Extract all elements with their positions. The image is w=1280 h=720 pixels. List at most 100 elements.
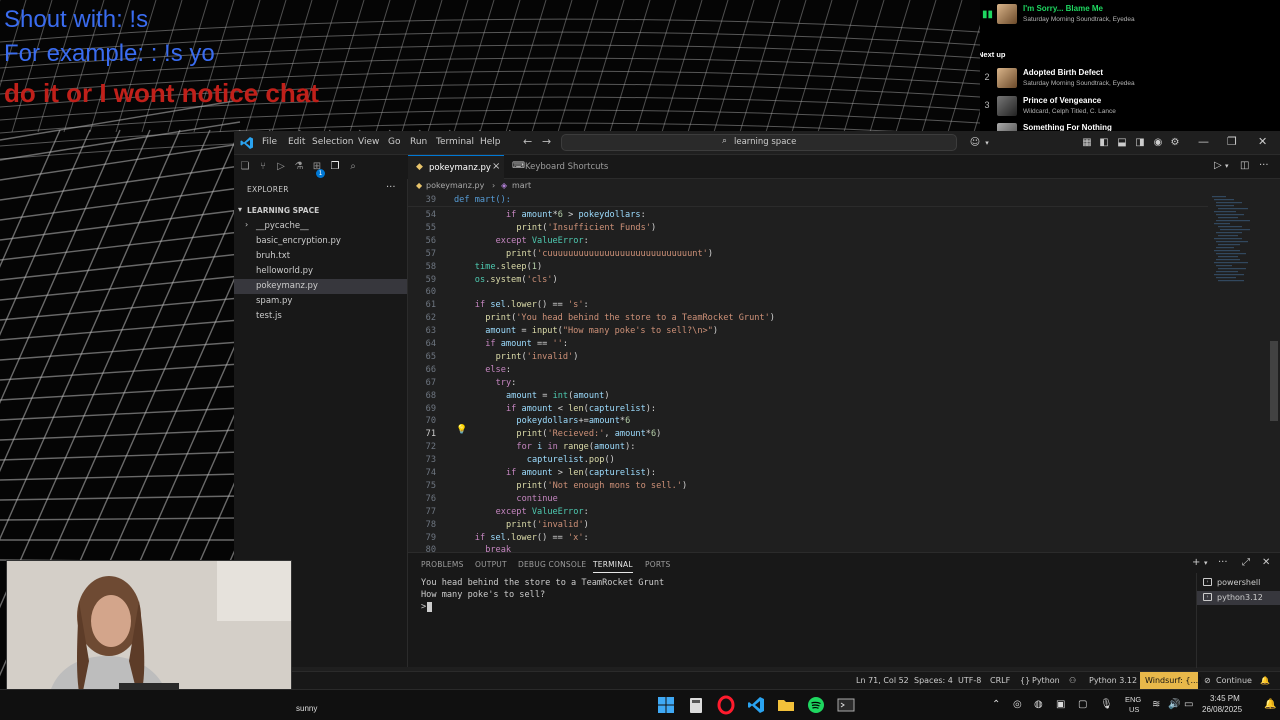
toggle-panel-icon[interactable]: ⬓ (1115, 136, 1129, 150)
terminal-item-python[interactable]: › python3.12 (1197, 591, 1280, 605)
forward-arrow-icon[interactable]: → (542, 135, 551, 148)
code-line[interactable]: 62 print('You head behind the store to a … (408, 313, 1208, 326)
more-actions-icon[interactable]: ··· (386, 182, 396, 193)
menu-go[interactable]: Go (388, 137, 400, 147)
explorer-icon[interactable]: ❐ (328, 160, 342, 174)
spotify-icon[interactable] (806, 695, 826, 715)
more-actions-icon[interactable]: ··· (1259, 160, 1269, 171)
toggle-secondary-sidebar-icon[interactable]: ◨ (1133, 136, 1147, 150)
chevron-down-icon[interactable]: ▾ (1204, 559, 1208, 567)
close-icon[interactable]: ✕ (1258, 135, 1267, 148)
status-interpreter[interactable]: Python 3.12 (1089, 676, 1137, 685)
tray-app-icon[interactable]: ▣ (1056, 699, 1065, 710)
status-continue[interactable]: Continue (1216, 676, 1252, 685)
tab-ports[interactable]: PORTS (645, 560, 670, 569)
minimize-icon[interactable]: — (1198, 135, 1209, 148)
code-line[interactable]: 59 os.system('cls') (408, 275, 1208, 288)
tab-pokeymanz[interactable]: ◆ pokeymanz.py × (408, 155, 504, 179)
maximize-icon[interactable]: ❐ (1227, 135, 1237, 148)
menu-selection[interactable]: Selection (312, 137, 353, 147)
tab-debug-console[interactable]: DEBUG CONSOLE (518, 560, 586, 569)
command-center-search[interactable]: ⌕ learning space (561, 134, 957, 151)
menu-run[interactable]: Run (410, 137, 427, 147)
menu-terminal[interactable]: Terminal (436, 137, 474, 147)
testing-flask-icon[interactable]: ⚗ (292, 160, 306, 174)
new-terminal-icon[interactable]: + (1192, 557, 1200, 568)
code-line[interactable]: 65 print('invalid') (408, 352, 1208, 365)
code-line[interactable]: 69 if amount < len(capturelist): (408, 404, 1208, 417)
notifications-icon[interactable]: 🔔 (1264, 699, 1276, 710)
now-playing-row[interactable]: ▮▮ I'm Sorry... Blame Me Saturday Mornin… (980, 3, 1280, 27)
tab-problems[interactable]: PROBLEMS (421, 560, 464, 569)
close-tab-icon[interactable]: × (492, 161, 500, 172)
file-item[interactable]: test.js (234, 309, 407, 324)
more-actions-icon[interactable]: ··· (1218, 557, 1228, 568)
calculator-icon[interactable] (686, 695, 706, 715)
code-line[interactable]: 63 amount = input("How many poke's to sel… (408, 326, 1208, 339)
clock-date[interactable]: 26/08/2025 (1202, 705, 1242, 714)
minimap[interactable] (1208, 194, 1266, 552)
code-line[interactable]: 67 try: (408, 378, 1208, 391)
notifications-bell-icon[interactable]: 🔔 (1260, 676, 1270, 685)
toggle-sidebar-icon[interactable]: ◧ (1097, 136, 1111, 150)
manage-gear-icon[interactable]: ⚙ (1168, 136, 1182, 150)
code-editor[interactable]: 54 if amount*6 > pokeydollars: 55 print('In… (408, 194, 1208, 552)
customize-layout-icon[interactable]: ▦ (1080, 136, 1094, 150)
file-item[interactable]: spam.py (234, 294, 407, 309)
breadcrumb-file[interactable]: pokeymanz.py (426, 181, 484, 190)
code-line[interactable]: 78 print('invalid') (408, 520, 1208, 533)
code-line[interactable]: 54 if amount*6 > pokeydollars: (408, 210, 1208, 223)
tray-app-icon[interactable]: ▢ (1078, 699, 1087, 710)
tab-output[interactable]: OUTPUT (475, 560, 507, 569)
language-indicator[interactable]: ENG (1125, 695, 1141, 704)
file-item[interactable]: helloworld.py (234, 264, 407, 279)
code-line[interactable]: 55 print('Insufficient Funds') (408, 223, 1208, 236)
search-icon[interactable]: ⌕ (346, 160, 360, 174)
status-cursor-position[interactable]: Ln 71, Col 52 (856, 676, 909, 685)
explorer-files-icon[interactable]: ❏ (238, 160, 252, 174)
status-indentation[interactable]: Spaces: 4 (914, 676, 953, 685)
queue-row[interactable]: 3 Prince of Vengeance Wildcard, Celph Ti… (980, 95, 1280, 119)
code-line[interactable]: 70 pokeydollars+=amount*6 (408, 416, 1208, 429)
code-line[interactable]: 75 print('Not enough mons to sell.') (408, 481, 1208, 494)
code-line[interactable]: 77 except ValueError: (408, 507, 1208, 520)
file-explorer-icon[interactable] (776, 695, 796, 715)
run-debug-icon[interactable]: ▷ (274, 160, 288, 174)
code-line[interactable]: 73 capturelist.pop() (408, 455, 1208, 468)
code-line[interactable]: 71 print('Recieved:', amount*6) (408, 429, 1208, 442)
code-line[interactable]: 79 if sel.lower() == 'x': (408, 533, 1208, 546)
sticky-scroll-header[interactable]: 39 def mart(): (408, 194, 1208, 207)
editor-scrollbar[interactable] (1270, 341, 1278, 421)
source-control-icon[interactable]: ⑂ (256, 160, 270, 174)
windows-start-icon[interactable] (656, 695, 676, 715)
run-file-icon[interactable]: ▷ (1214, 160, 1222, 171)
status-eol[interactable]: CRLF (990, 676, 1010, 685)
opera-browser-icon[interactable] (716, 695, 736, 715)
discord-icon[interactable]: ◎ (1013, 699, 1022, 710)
code-line[interactable]: 61 if sel.lower() == 's': (408, 300, 1208, 313)
show-hidden-icons-chevron-icon[interactable]: ⌃ (992, 699, 1000, 710)
terminal-item-powershell[interactable]: › powershell (1197, 576, 1280, 590)
menu-help[interactable]: Help (480, 137, 501, 147)
code-line[interactable]: 57 print('cuuuuuuuuuuuuuuuuuuuuuuuuuuuunt… (408, 249, 1208, 262)
close-panel-icon[interactable]: ✕ (1262, 557, 1270, 568)
queue-row[interactable]: 2 Adopted Birth Defect Saturday Morning … (980, 67, 1280, 91)
menu-view[interactable]: View (358, 137, 379, 147)
weather-label[interactable]: sunny (296, 704, 317, 713)
chevron-down-icon[interactable]: ▾ (1225, 162, 1229, 170)
wifi-icon[interactable]: ≋ (1152, 699, 1160, 710)
code-line[interactable]: 72 for i in range(amount): (408, 442, 1208, 455)
file-item-selected[interactable]: pokeymanz.py (234, 279, 407, 294)
battery-icon[interactable]: ▭ (1184, 699, 1193, 710)
menu-file[interactable]: File (262, 137, 277, 147)
terminal-output[interactable]: You head behind the store to a TeamRocke… (421, 578, 1191, 666)
volume-icon[interactable]: 🔊 (1168, 699, 1180, 710)
code-line[interactable]: 56 except ValueError: (408, 236, 1208, 249)
microphone-icon[interactable]: 🎙 (1100, 699, 1113, 710)
status-windsurf[interactable]: Windsurf: {...} (1140, 672, 1203, 690)
vscode-taskbar-icon[interactable] (746, 695, 766, 715)
folder-item[interactable]: › __pycache__ (234, 219, 407, 234)
split-editor-icon[interactable]: ◫ (1240, 160, 1249, 171)
tab-terminal[interactable]: TERMINAL (593, 560, 633, 573)
code-line[interactable]: 68 amount = int(amount) (408, 391, 1208, 404)
